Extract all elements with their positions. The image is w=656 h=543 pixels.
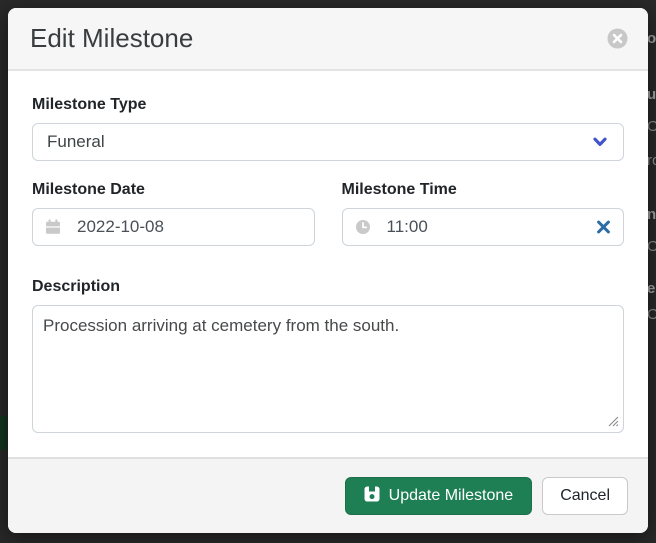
description-group: Description Procession arriving at cemet… <box>32 277 624 433</box>
close-button[interactable] <box>606 28 628 50</box>
cancel-label: Cancel <box>560 487 610 505</box>
clear-x-icon <box>596 223 611 238</box>
background-text-fragment: O <box>647 118 656 135</box>
background-text-fragment: o <box>647 30 656 47</box>
clock-icon <box>355 219 371 235</box>
dialog-body: Milestone Type Funeral Milestone Date <box>8 71 648 457</box>
background-text-fragment: u <box>647 86 656 103</box>
clear-time-button[interactable] <box>594 218 613 237</box>
date-time-row: Milestone Date Milestone Time <box>32 180 624 246</box>
milestone-type-value: Funeral <box>47 132 105 152</box>
chevron-down-icon <box>591 133 609 151</box>
calendar-icon <box>45 219 61 235</box>
background-button-fragment <box>0 416 7 450</box>
background-text-fragment: n <box>647 206 656 223</box>
update-milestone-button[interactable]: Update Milestone <box>345 477 533 515</box>
background-text-fragment: ro <box>647 152 656 169</box>
dialog-title: Edit Milestone <box>30 23 193 54</box>
milestone-type-select[interactable]: Funeral <box>32 123 624 161</box>
milestone-date-group: Milestone Date <box>32 180 315 246</box>
milestone-time-label: Milestone Time <box>342 180 625 199</box>
milestone-date-label: Milestone Date <box>32 180 315 199</box>
close-icon <box>607 37 628 52</box>
milestone-time-group: Milestone Time <box>342 180 625 246</box>
dialog-header: Edit Milestone <box>8 8 648 71</box>
milestone-type-label: Milestone Type <box>32 95 624 114</box>
update-milestone-label: Update Milestone <box>389 487 514 505</box>
save-icon <box>364 486 380 507</box>
edit-milestone-dialog: Edit Milestone Milestone Type Funeral <box>8 8 648 533</box>
background-text-fragment: O <box>647 238 656 255</box>
milestone-date-input[interactable] <box>32 208 315 246</box>
dialog-footer: Update Milestone Cancel <box>8 457 648 533</box>
milestone-time-input[interactable] <box>342 208 625 246</box>
description-label: Description <box>32 277 624 296</box>
milestone-type-group: Milestone Type Funeral <box>32 95 624 161</box>
background-text-fragment: O <box>647 306 656 323</box>
resize-grip-icon[interactable] <box>607 415 620 428</box>
cancel-button[interactable]: Cancel <box>542 477 628 515</box>
description-textarea[interactable]: Procession arriving at cemetery from the… <box>32 305 624 433</box>
background-text-fragment: e <box>647 280 655 297</box>
